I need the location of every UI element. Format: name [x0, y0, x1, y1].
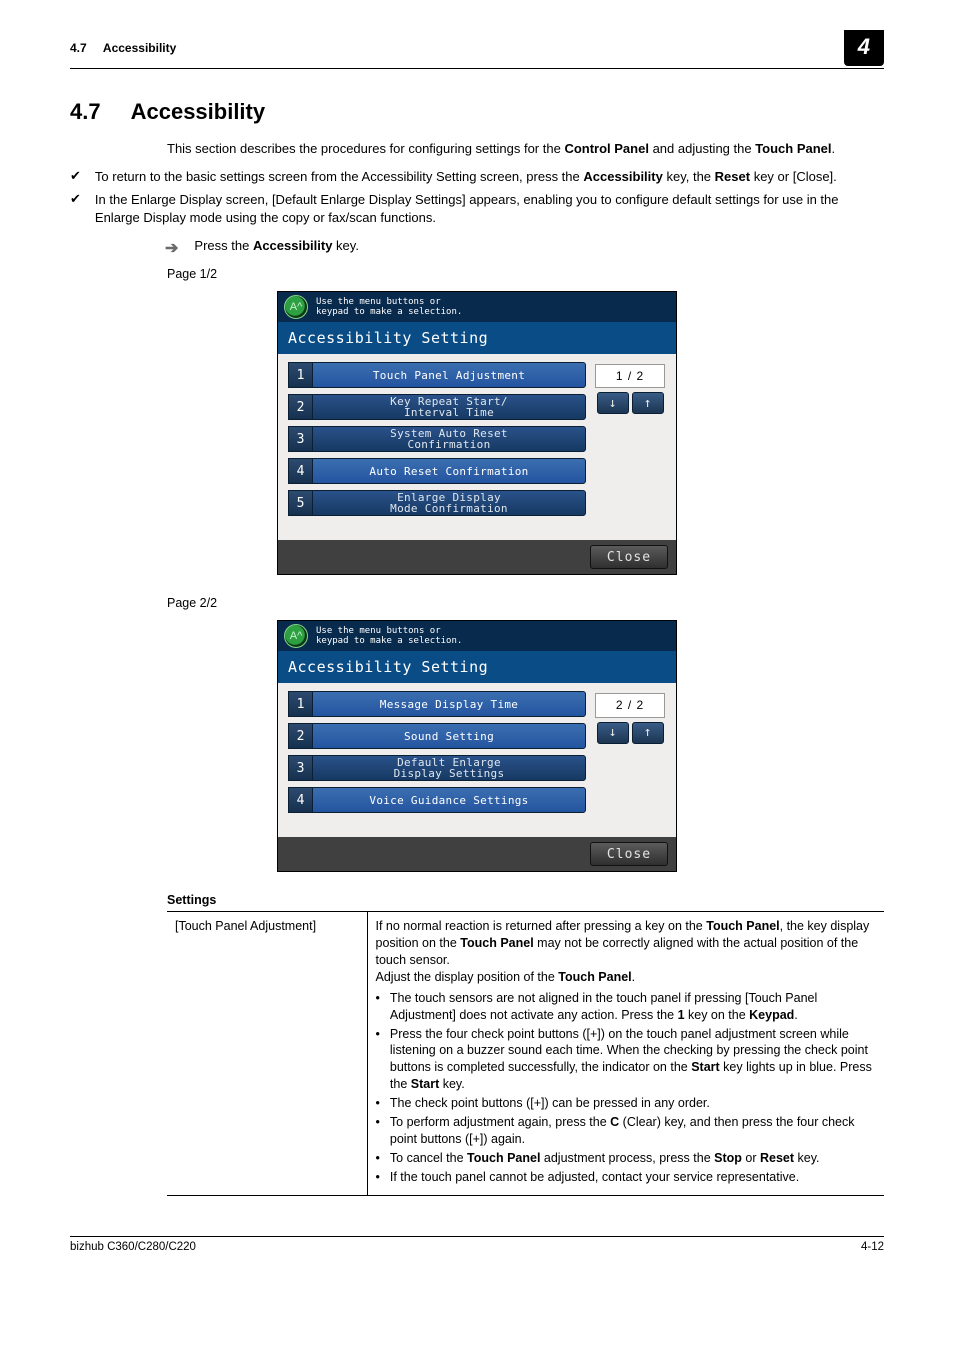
section-heading: 4.7 Accessibility [70, 97, 884, 127]
screenshot-page-label: Page 2/2 [167, 595, 884, 612]
list-item: • The touch sensors are not aligned in th… [376, 990, 877, 1024]
menu-item-label: Enlarge Display Mode Confirmation [312, 490, 586, 516]
hint-text: Use the menu buttons or keypad to make a… [316, 626, 462, 647]
menu-item[interactable]: 3System Auto Reset Confirmation [288, 426, 586, 452]
bullet-icon: • [376, 1114, 380, 1148]
menu-item-label: Auto Reset Confirmation [312, 458, 586, 484]
menu-item[interactable]: 3Default Enlarge Display Settings [288, 755, 586, 781]
page-up-button[interactable]: ↑ [632, 392, 664, 414]
menu-item[interactable]: 1Message Display Time [288, 691, 586, 717]
menu-item[interactable]: 1Touch Panel Adjustment [288, 362, 586, 388]
page-indicator: 2 / 2 [595, 693, 665, 717]
header-section-num: 4.7 [70, 41, 87, 55]
menu-item-number: 3 [288, 755, 312, 781]
menu-item-label: Touch Panel Adjustment [312, 362, 586, 388]
intro-paragraph: This section describes the procedures fo… [167, 140, 884, 158]
menu-item-label: Sound Setting [312, 723, 586, 749]
menu-item-number: 5 [288, 490, 312, 516]
accessibility-setting-screenshot-1: A^ Use the menu buttons or keypad to mak… [277, 291, 677, 575]
menu-item-number: 1 [288, 691, 312, 717]
prereq-text: To return to the basic settings screen f… [95, 168, 837, 186]
page-indicator: 1 / 2 [595, 364, 665, 388]
bullet-icon: • [376, 1095, 380, 1112]
footer-model: bizhub C360/C280/C220 [70, 1240, 196, 1256]
checkmark-icon: ✔ [70, 169, 81, 187]
list-item-text: To cancel the Touch Panel adjustment pro… [390, 1150, 820, 1167]
menu-item-label: Key Repeat Start/ Interval Time [312, 394, 586, 420]
bullet-icon: • [376, 1026, 380, 1094]
menu-item[interactable]: 2Key Repeat Start/ Interval Time [288, 394, 586, 420]
bullet-icon: • [376, 990, 380, 1024]
menu-item[interactable]: 2Sound Setting [288, 723, 586, 749]
step-text: Press the Accessibility key. [194, 237, 359, 259]
menu-item[interactable]: 4Voice Guidance Settings [288, 787, 586, 813]
section-number: 4.7 [70, 97, 101, 127]
menu-item-number: 4 [288, 787, 312, 813]
list-item: • To cancel the Touch Panel adjustment pr… [376, 1150, 877, 1167]
page-running-header: 4.7 Accessibility 4 [70, 30, 884, 69]
menu-item-label: Message Display Time [312, 691, 586, 717]
list-item-text: Press the four check point buttons ([+])… [390, 1026, 876, 1094]
page-down-button[interactable]: ↓ [597, 392, 629, 414]
menu-item[interactable]: 4Auto Reset Confirmation [288, 458, 586, 484]
menu-item-label: Default Enlarge Display Settings [312, 755, 586, 781]
menu-item-number: 2 [288, 723, 312, 749]
hint-text: Use the menu buttons or keypad to make a… [316, 297, 462, 318]
menu-item-number: 2 [288, 394, 312, 420]
prereq-item: ✔ To return to the basic settings screen… [70, 168, 884, 186]
page-down-button[interactable]: ↓ [597, 722, 629, 744]
list-item: • The check point buttons ([+]) can be pr… [376, 1095, 877, 1112]
setting-description: If no normal reaction is returned after … [367, 912, 884, 1196]
section-title: Accessibility [131, 97, 266, 127]
prereq-item: ✔ In the Enlarge Display screen, [Defaul… [70, 191, 884, 226]
hint-bar: A^ Use the menu buttons or keypad to mak… [278, 292, 676, 322]
close-button[interactable]: Close [590, 545, 668, 569]
list-item: •Press the four check point buttons ([+]… [376, 1026, 877, 1094]
procedure-step: ➔ Press the Accessibility key. [167, 237, 884, 259]
footer-page-number: 4-12 [861, 1240, 884, 1256]
pager: 2 / 2 ↓ ↑ [594, 693, 666, 819]
close-button[interactable]: Close [590, 842, 668, 866]
chapter-number-tab: 4 [844, 30, 884, 66]
running-header-left: 4.7 Accessibility [70, 40, 176, 56]
bullet-icon: • [376, 1150, 380, 1167]
list-item-text: The touch sensors are not aligned in the… [390, 990, 876, 1024]
settings-table: [Touch Panel Adjustment] If no normal re… [167, 911, 884, 1196]
prerequisite-list: ✔ To return to the basic settings screen… [70, 168, 884, 227]
menu-item[interactable]: 5Enlarge Display Mode Confirmation [288, 490, 586, 516]
menu-item-number: 3 [288, 426, 312, 452]
list-item: • If the touch panel cannot be adjusted, … [376, 1169, 877, 1186]
screen-title: Accessibility Setting [278, 322, 676, 354]
screenshot-page-label: Page 1/2 [167, 266, 884, 283]
accessibility-icon: A^ [284, 624, 308, 648]
menu-item-label: System Auto Reset Confirmation [312, 426, 586, 452]
bullet-icon: • [376, 1169, 380, 1186]
accessibility-setting-screenshot-2: A^ Use the menu buttons or keypad to mak… [277, 620, 677, 872]
arrow-right-icon: ➔ [165, 238, 178, 260]
list-item-text: To perform adjustment again, press the C… [390, 1114, 876, 1148]
screen-title: Accessibility Setting [278, 651, 676, 683]
menu-item-number: 4 [288, 458, 312, 484]
setting-name: [Touch Panel Adjustment] [167, 912, 367, 1196]
accessibility-icon: A^ [284, 295, 308, 319]
list-item-text: If the touch panel cannot be adjusted, c… [390, 1169, 799, 1186]
menu-item-number: 1 [288, 362, 312, 388]
pager: 1 / 2 ↓ ↑ [594, 364, 666, 522]
list-item: • To perform adjustment again, press the … [376, 1114, 877, 1148]
hint-bar: A^ Use the menu buttons or keypad to mak… [278, 621, 676, 651]
prereq-text: In the Enlarge Display screen, [Default … [95, 191, 884, 226]
list-item-text: The check point buttons ([+]) can be pre… [390, 1095, 710, 1112]
checkmark-icon: ✔ [70, 192, 81, 227]
header-section-name: Accessibility [103, 41, 176, 55]
settings-heading: Settings [167, 892, 884, 909]
table-row: [Touch Panel Adjustment] If no normal re… [167, 912, 884, 1196]
page-footer: bizhub C360/C280/C220 4-12 [70, 1236, 884, 1256]
page-up-button[interactable]: ↑ [632, 722, 664, 744]
menu-item-label: Voice Guidance Settings [312, 787, 586, 813]
